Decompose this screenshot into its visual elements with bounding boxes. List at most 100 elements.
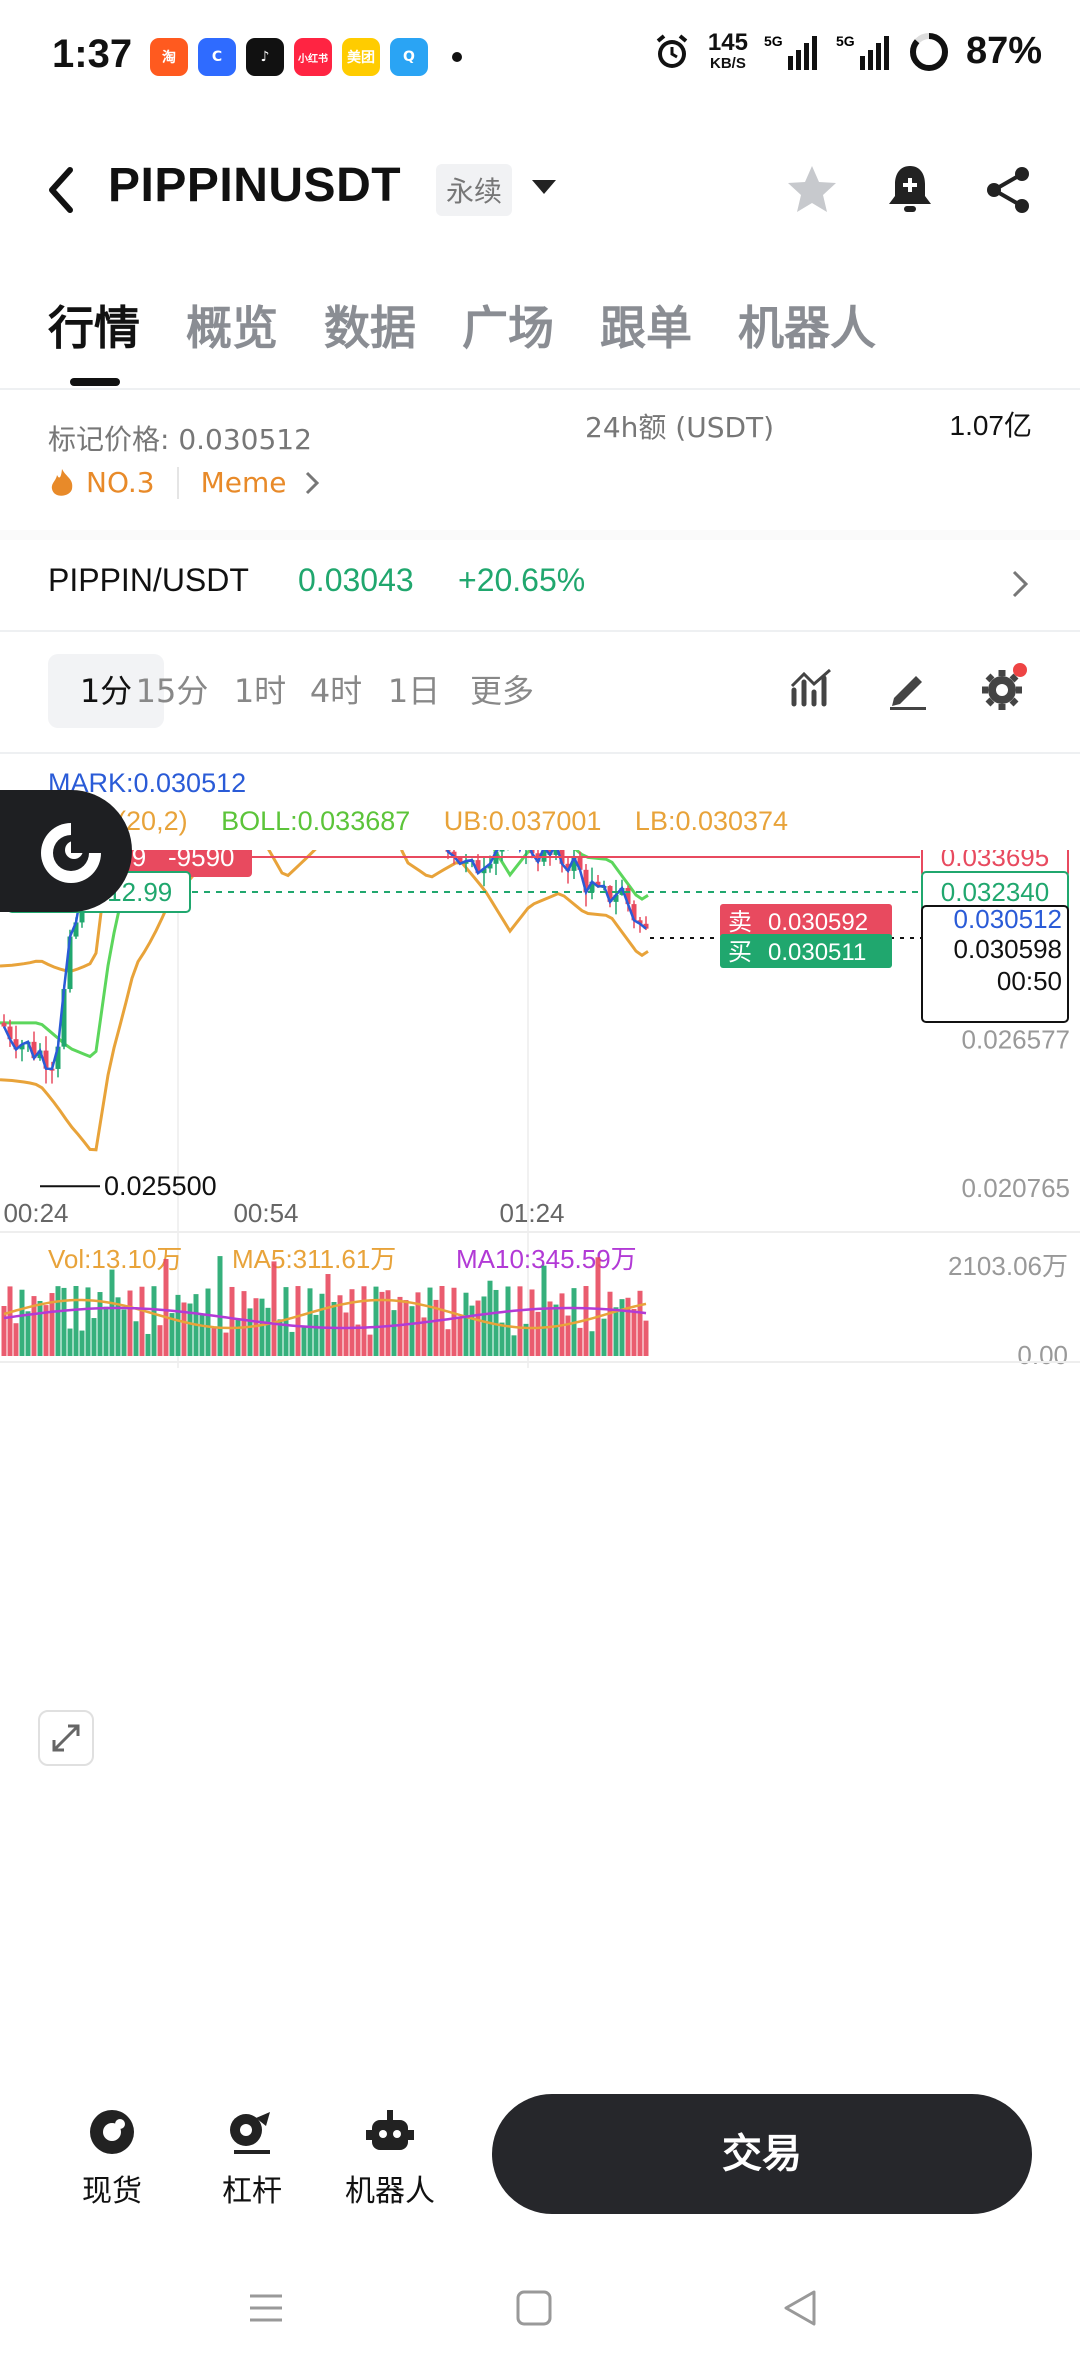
chevron-down-icon[interactable]	[532, 180, 556, 194]
bell-plus-icon[interactable]	[880, 160, 940, 220]
mark-price-label: 标记价格: 0.030512	[48, 423, 312, 456]
nav-margin[interactable]: 杠杆	[192, 2106, 312, 2210]
volume-bar	[61, 1287, 67, 1356]
volume-bar	[349, 1289, 355, 1356]
svg-text:5G: 5G	[764, 33, 783, 49]
volume-bar	[85, 1287, 91, 1356]
short-price: 0.033695	[941, 850, 1049, 872]
volume-bar	[139, 1286, 145, 1356]
interval-2[interactable]: 1时	[220, 654, 300, 728]
time-axis-label: 01:24	[499, 1198, 564, 1228]
tab-4[interactable]: 跟单	[600, 292, 692, 358]
menu-icon[interactable]	[246, 2288, 286, 2328]
volume-bar	[289, 1331, 295, 1356]
spot-price: 0.03043	[298, 562, 414, 598]
pair-title[interactable]: PIPPINUSDT	[108, 158, 401, 213]
home-square-icon[interactable]	[514, 2288, 554, 2328]
volume-bar	[205, 1288, 211, 1356]
draw-pen-icon[interactable]	[884, 664, 932, 712]
volume-bar	[283, 1287, 289, 1356]
interval-5[interactable]: 更多	[452, 654, 552, 728]
nav-margin-label: 杠杆	[222, 2174, 282, 2209]
back-arrow-icon[interactable]	[42, 162, 82, 218]
nav-robot[interactable]: 机器人	[330, 2106, 450, 2210]
low-price-label: 0.025500	[104, 1171, 217, 1201]
status-app-icons: 淘 C ♪ 小红书 美团 Q	[150, 38, 462, 76]
volume-bar	[73, 1286, 79, 1356]
volume-bar	[151, 1286, 157, 1356]
volume-bar	[463, 1292, 469, 1356]
volume-bar	[115, 1297, 121, 1356]
battery-percent: 87%	[965, 30, 1042, 72]
cloud-search-icon: Q	[390, 38, 428, 76]
volume-bar	[55, 1286, 61, 1356]
volume-bar	[313, 1314, 319, 1356]
volume-bar	[217, 1256, 223, 1356]
interval-4[interactable]: 1日	[374, 654, 454, 728]
volume-bar	[469, 1305, 475, 1356]
volume-bar	[517, 1286, 523, 1356]
interval-1[interactable]: 15分	[128, 654, 216, 728]
volume-bar	[247, 1308, 253, 1356]
volume-bar	[541, 1265, 547, 1356]
status-indicators: 145 KB/S 5G 5G 87%	[652, 30, 1042, 73]
boll-indicator-row: BOLL(20,2) BOLL:0.033687 UB:0.037001 LB:…	[48, 806, 788, 837]
tab-3[interactable]: 广场	[462, 292, 554, 358]
rank-tag[interactable]: NO.3	[86, 466, 155, 499]
volume-bar	[307, 1288, 313, 1356]
candlestick-chart[interactable]: 0.0440120.0382000.0265770.02076500:2400:…	[0, 850, 1080, 1880]
expand-icon	[52, 1724, 80, 1752]
buy-label: 买	[728, 938, 752, 966]
nav-spot[interactable]: 现货	[52, 2106, 172, 2210]
svg-text:5G: 5G	[836, 33, 855, 49]
tag-separator	[176, 466, 179, 499]
bottom-nav: 现货 杠杆 机器人 交易	[0, 2068, 1080, 2248]
trade-button[interactable]: 交易	[492, 2094, 1032, 2214]
volume-bar	[235, 1319, 241, 1356]
interval-3[interactable]: 4时	[296, 654, 376, 728]
spot-pair-row[interactable]: PIPPIN/USDT 0.03043 +20.65%	[48, 562, 1032, 608]
sell-price: 0.030592	[768, 909, 868, 936]
tab-0[interactable]: 行情	[48, 292, 140, 358]
volume-bar	[163, 1258, 169, 1356]
tab-5[interactable]: 机器人	[738, 292, 876, 358]
volume-bar	[367, 1334, 373, 1356]
interval-divider	[0, 752, 1080, 754]
signal-2-icon: 5G	[836, 33, 889, 70]
volume-bar	[529, 1289, 535, 1356]
active-tab-indicator	[70, 378, 120, 386]
volume-bar	[535, 1311, 541, 1356]
margin-icon	[230, 2112, 270, 2154]
spot-pair-name: PIPPIN/USDT	[48, 562, 249, 598]
back-triangle-icon[interactable]	[780, 2288, 820, 2328]
turnover-24h-label: 24h额 (USDT)	[585, 411, 775, 444]
volume-bar	[565, 1315, 571, 1356]
volume-bar	[133, 1321, 139, 1356]
volume-bar	[475, 1300, 481, 1356]
volume-bar	[259, 1298, 265, 1356]
chevron-right-icon[interactable]	[1008, 566, 1032, 602]
category-tag[interactable]: Meme	[201, 466, 287, 499]
section-divider	[0, 530, 1080, 540]
volume-bar	[403, 1300, 409, 1356]
price-axis-label: 0.026577	[962, 1025, 1070, 1055]
time-axis-label: 00:54	[233, 1198, 298, 1228]
indicator-chart-icon[interactable]	[788, 664, 836, 712]
volume-axis-top: 2103.06万	[948, 1251, 1068, 1281]
volume-bar	[145, 1333, 151, 1356]
floating-assistant-button[interactable]	[0, 790, 132, 912]
perpetual-badge[interactable]: 永续	[436, 164, 513, 216]
candle-body	[499, 850, 505, 852]
tab-2[interactable]: 数据	[324, 292, 416, 358]
volume-bar	[619, 1299, 625, 1356]
volume-bar	[451, 1287, 457, 1356]
volume-axis-bottom: 0.00	[1017, 1340, 1068, 1370]
chevron-right-icon[interactable]	[302, 469, 322, 497]
fullscreen-button[interactable]	[38, 1710, 94, 1766]
star-icon[interactable]	[782, 160, 842, 220]
settings-gear-icon[interactable]	[978, 662, 1030, 714]
share-icon[interactable]	[978, 160, 1038, 220]
volume-bar	[241, 1291, 247, 1356]
tab-1[interactable]: 概览	[186, 292, 278, 358]
volume-bar	[577, 1327, 583, 1356]
